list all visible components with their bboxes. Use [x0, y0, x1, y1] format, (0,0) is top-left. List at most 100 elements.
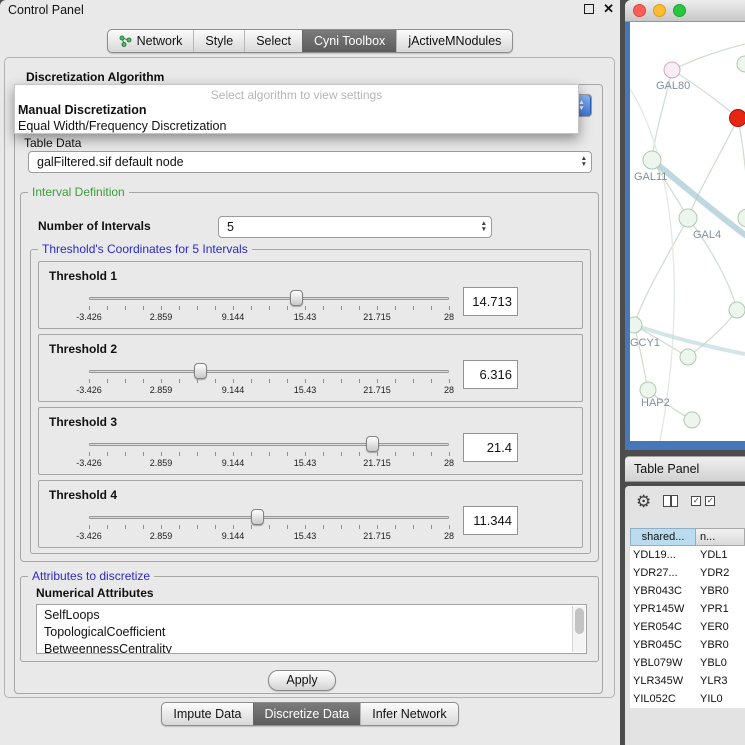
- slider-thumb[interactable]: [366, 436, 379, 452]
- network-node[interactable]: [684, 412, 700, 428]
- dropdown-item-manual-discretization[interactable]: Manual Discretization: [15, 102, 578, 118]
- table-row[interactable]: YBL079WYBL0: [630, 654, 745, 672]
- select-none-checkbox-icon[interactable]: ✓: [705, 496, 715, 506]
- combo-stepper-icon[interactable]: ▲ ▼: [581, 156, 587, 168]
- control-panel-titlebar[interactable]: Control Panel ✕: [0, 0, 620, 20]
- threshold-4-value-field[interactable]: 11.344: [463, 506, 518, 535]
- slider-track[interactable]: [89, 370, 449, 373]
- table-row[interactable]: YBR043CYBR0: [630, 582, 745, 600]
- table-row[interactable]: YLR345WYLR3: [630, 672, 745, 690]
- minimize-traffic-light[interactable]: [653, 4, 666, 17]
- dropdown-item-equal-width[interactable]: Equal Width/Frequency Discretization: [15, 118, 578, 134]
- scale-label: 2.859: [150, 312, 173, 322]
- bottom-tabs-segmented-control: Impute Data Discretize Data Infer Networ…: [161, 702, 458, 726]
- tab-select[interactable]: Select: [244, 30, 302, 52]
- network-node[interactable]: [679, 209, 697, 227]
- close-icon[interactable]: ✕: [603, 3, 614, 15]
- numerical-attributes-label: Numerical Attributes: [36, 586, 154, 600]
- list-scrollbar[interactable]: [572, 606, 585, 652]
- scale-label: 9.144: [222, 458, 245, 468]
- slider-scale-labels: -3.426 2.859 9.144 15.43 21.715 28: [89, 531, 449, 541]
- tab-impute-data[interactable]: Impute Data: [162, 703, 252, 725]
- network-node[interactable]: [630, 317, 642, 333]
- threshold-2-value-field[interactable]: 6.316: [463, 360, 518, 389]
- list-item[interactable]: SelfLoops: [44, 607, 586, 624]
- zoom-traffic-light[interactable]: [673, 4, 686, 17]
- interval-definition-legend: Interval Definition: [28, 185, 129, 199]
- threshold-2-slider[interactable]: -3.426 2.859 9.144 15.43 21.715 28: [89, 361, 449, 399]
- cell-name: YBR0: [696, 582, 745, 600]
- network-canvas[interactable]: GAL80 GAL11 GAL4 GCY1 HAP2: [625, 22, 745, 450]
- slider-track[interactable]: [89, 297, 449, 300]
- table-row[interactable]: YDR27...YDR2: [630, 564, 745, 582]
- float-window-icon[interactable]: [584, 4, 594, 14]
- tab-network[interactable]: Network: [108, 30, 194, 52]
- network-node-selected-red[interactable]: [730, 110, 745, 127]
- slider-scale-labels: -3.426 2.859 9.144 15.43 21.715 28: [89, 312, 449, 322]
- scale-label: 21.715: [363, 531, 391, 541]
- table-panel-window: ⚙ ✓ ✓ shared... n... YDL19...YDL1 YDR27.…: [625, 486, 745, 745]
- network-node[interactable]: [640, 382, 656, 398]
- tab-label: Network: [137, 34, 183, 48]
- network-node[interactable]: [643, 151, 661, 169]
- column-header-shared-name[interactable]: shared...: [630, 528, 696, 546]
- network-node[interactable]: [737, 56, 745, 72]
- tab-style[interactable]: Style: [193, 30, 244, 52]
- network-node[interactable]: [680, 349, 696, 365]
- table-row[interactable]: YIL052CYIL0: [630, 690, 745, 708]
- scale-label: -3.426: [76, 312, 102, 322]
- network-node[interactable]: [729, 302, 745, 318]
- scrollbar-thumb[interactable]: [575, 608, 584, 634]
- slider-thumb[interactable]: [290, 290, 303, 306]
- slider-tick-marks: [89, 452, 450, 456]
- slider-thumb[interactable]: [251, 509, 264, 525]
- network-node[interactable]: [738, 209, 745, 227]
- threshold-panel-2: Threshold 2 -3.426 2.859 9.144 15.43 21.…: [38, 334, 583, 402]
- scale-label: 15.43: [294, 312, 317, 322]
- tab-label: Infer Network: [372, 707, 446, 721]
- table-panel-titlebar[interactable]: Table Panel: [625, 456, 745, 482]
- bottom-tab-bar: Impute Data Discretize Data Infer Networ…: [0, 702, 620, 726]
- threshold-1-slider[interactable]: -3.426 2.859 9.144 15.43 21.715 28: [89, 288, 449, 326]
- columns-icon[interactable]: [663, 495, 678, 507]
- network-graph: GAL80 GAL11 GAL4 GCY1 HAP2: [630, 22, 745, 441]
- scale-label: 2.859: [150, 531, 173, 541]
- network-node[interactable]: [664, 62, 680, 78]
- slider-track[interactable]: [89, 443, 449, 446]
- table-row[interactable]: YPR145WYPR1: [630, 600, 745, 618]
- table-row[interactable]: YBR045CYBR0: [630, 636, 745, 654]
- column-header-name[interactable]: n...: [696, 528, 745, 546]
- close-traffic-light[interactable]: [633, 4, 646, 17]
- scale-label: -3.426: [76, 458, 102, 468]
- threshold-1-value-field[interactable]: 14.713: [463, 287, 518, 316]
- slider-track[interactable]: [89, 516, 449, 519]
- slider-scale-labels: -3.426 2.859 9.144 15.43 21.715 28: [89, 385, 449, 395]
- scale-label: 9.144: [222, 312, 245, 322]
- apply-button[interactable]: Apply: [268, 670, 336, 691]
- threshold-2-label: Threshold 2: [49, 342, 117, 356]
- slider-thumb[interactable]: [194, 363, 207, 379]
- number-of-intervals-combo[interactable]: 5 ▲ ▼: [218, 216, 492, 238]
- combo-stepper-icon[interactable]: ▲ ▼: [481, 221, 487, 233]
- table-row[interactable]: YER054CYER0: [630, 618, 745, 636]
- threshold-3-value-field[interactable]: 21.4: [463, 433, 518, 462]
- window-controls: ✕: [584, 3, 614, 15]
- table-row[interactable]: YDL19...YDL1: [630, 546, 745, 564]
- tab-cyni-toolbox[interactable]: Cyni Toolbox: [302, 30, 396, 52]
- tab-discretize-data[interactable]: Discretize Data: [253, 703, 361, 725]
- thresholds-legend: Threshold's Coordinates for 5 Intervals: [38, 242, 252, 256]
- node-label: HAP2: [641, 397, 670, 409]
- cell-name: YBL0: [696, 654, 745, 672]
- gear-icon[interactable]: ⚙: [636, 493, 651, 510]
- tab-jactivemnodules[interactable]: jActiveMNodules: [396, 30, 512, 52]
- threshold-4-slider[interactable]: -3.426 2.859 9.144 15.43 21.715 28: [89, 507, 449, 545]
- list-item[interactable]: TopologicalCoefficient: [44, 624, 586, 641]
- table-data-combo[interactable]: galFiltered.sif default node ▲ ▼: [28, 151, 592, 173]
- scale-label: 2.859: [150, 458, 173, 468]
- tab-infer-network[interactable]: Infer Network: [360, 703, 457, 725]
- list-item[interactable]: BetweennessCentrality: [44, 641, 586, 654]
- threshold-3-slider[interactable]: -3.426 2.859 9.144 15.43 21.715 28: [89, 434, 449, 472]
- select-all-checkbox-icon[interactable]: ✓: [691, 496, 701, 506]
- stepper-down-icon: ▼: [581, 162, 587, 168]
- network-window-titlebar[interactable]: [625, 0, 745, 22]
